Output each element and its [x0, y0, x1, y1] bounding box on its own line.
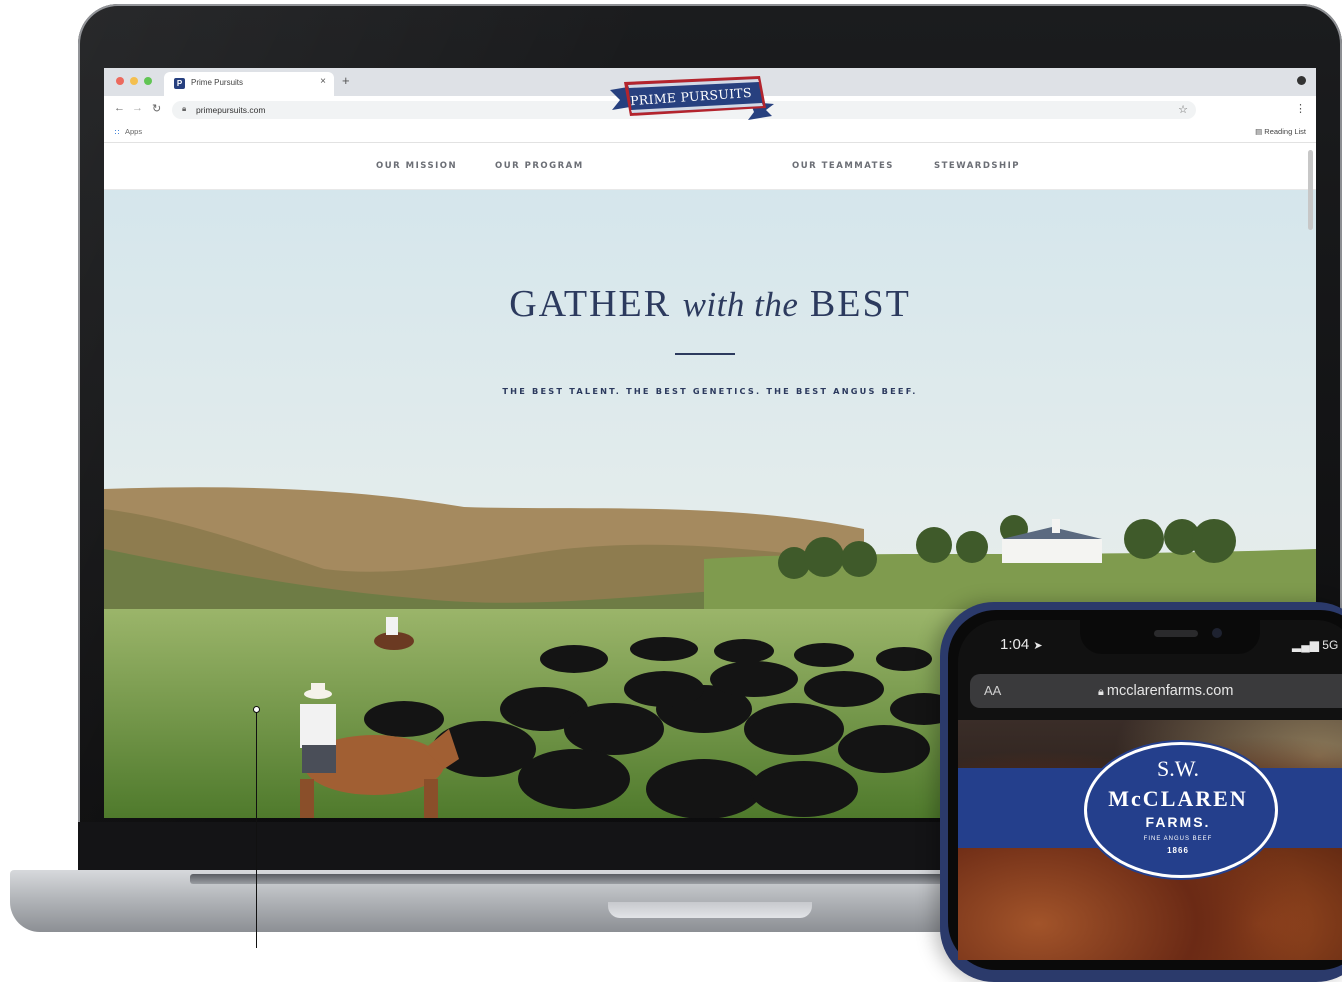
bookmark-apps-label: Apps [125, 127, 143, 136]
reading-list-icon: ▤ [1255, 127, 1265, 136]
reload-icon[interactable]: ↻ [152, 102, 161, 115]
new-tab-button[interactable]: + [342, 74, 350, 88]
phone-speaker [1154, 630, 1198, 637]
logo-line-year: 1866 [1167, 846, 1189, 855]
text-size-button[interactable]: AA [984, 683, 1001, 698]
logo-line-fine-angus: FINE ANGUS BEEF [1143, 836, 1213, 842]
phone-notch [1080, 616, 1260, 654]
safari-url-text: mcclarenfarms.com [1106, 683, 1234, 699]
page-scrollbar[interactable] [1308, 150, 1313, 230]
location-icon: ➤ [1033, 640, 1043, 652]
safari-address-bar[interactable]: AA 🔒︎ mcclarenfarms.com [970, 674, 1342, 708]
close-window-button[interactable] [116, 77, 124, 85]
address-bar-url[interactable]: primepursuits.com [196, 105, 265, 115]
reading-list-button[interactable]: ▤ Reading List [1255, 127, 1306, 136]
hero-divider [675, 353, 735, 355]
trackpad-notch [608, 902, 812, 918]
back-arrow-icon[interactable]: ← [114, 102, 125, 114]
browser-tab[interactable]: P Prime Pursuits × [164, 72, 334, 96]
bookmark-apps[interactable]: Apps [114, 127, 142, 136]
nav-our-mission[interactable]: OUR MISSION [376, 161, 457, 171]
hero-title-script: with the [682, 285, 799, 324]
bookmarks-bar: Apps ▤ Reading List [104, 124, 1316, 143]
signal-icon: ▂▄▆ [1292, 638, 1323, 652]
menu-icon[interactable]: ⋮ [1295, 102, 1306, 115]
phone-camera [1212, 628, 1222, 638]
status-bar-network: ▂▄▆ 5G [1292, 638, 1338, 652]
prime-pursuits-favicon-icon: P [174, 78, 185, 89]
status-time-text: 1:04 [1000, 636, 1030, 653]
status-bar-time: 1:04 ➤ [1000, 636, 1043, 653]
minimize-window-button[interactable] [130, 77, 138, 85]
maximize-window-button[interactable] [144, 77, 152, 85]
logo-line-farms: FARMS. [1145, 814, 1211, 830]
logo-line-sw: S.W. [1157, 756, 1199, 781]
logo-line-mcclaren: McCLAREN [1108, 786, 1248, 811]
nav-our-teammates[interactable]: OUR TEAMMATES [792, 161, 894, 171]
site-header: OUR MISSION OUR PROGRAM OUR TEAMMATES ST… [104, 143, 1316, 190]
hero-title-part1: GATHER [509, 283, 683, 325]
tab-close-icon[interactable]: × [320, 76, 326, 87]
annotation-leader-line [256, 710, 257, 948]
apps-icon [114, 128, 121, 136]
nav-our-program[interactable]: OUR PROGRAM [495, 161, 584, 171]
lock-icon: 🔒︎ [1098, 686, 1107, 698]
star-icon[interactable]: ☆ [1178, 103, 1188, 116]
annotation-leader-dot [253, 706, 260, 713]
hero-title-part2: BEST [798, 283, 911, 325]
nav-stewardship[interactable]: STEWARDSHIP [934, 161, 1020, 171]
hero-tagline: THE BEST TALENT. THE BEST GENETICS. THE … [502, 386, 918, 396]
hero-title: GATHER with the BEST [104, 282, 1316, 326]
reading-list-label: Reading List [1264, 127, 1306, 136]
lock-icon: 🔒︎ [182, 104, 187, 113]
tab-title: Prime Pursuits [191, 78, 244, 87]
forward-arrow-icon[interactable]: → [132, 102, 143, 114]
profile-icon[interactable] [1297, 76, 1306, 85]
network-label: 5G [1322, 638, 1339, 652]
safari-url[interactable]: 🔒︎ mcclarenfarms.com [1098, 683, 1233, 699]
